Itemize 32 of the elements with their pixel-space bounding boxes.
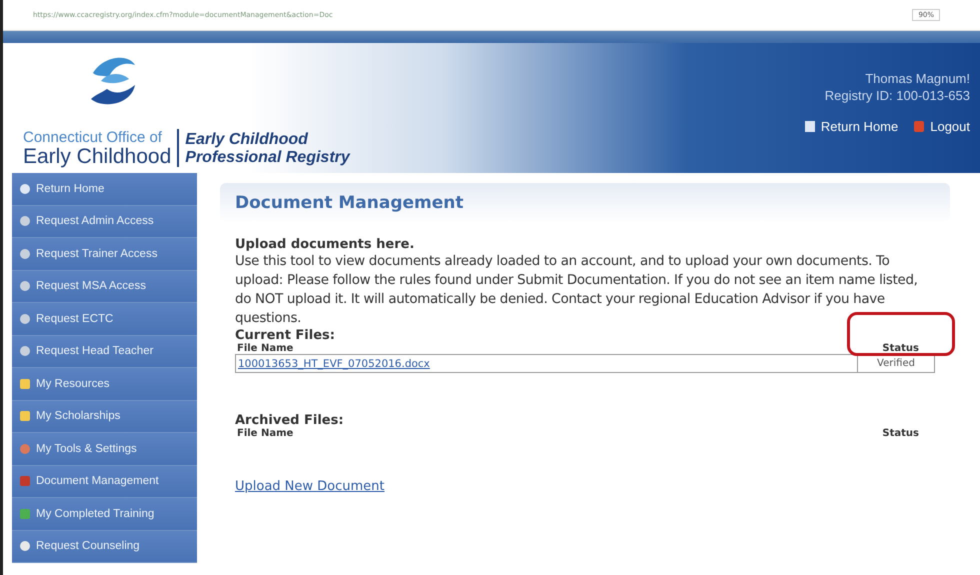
section-heading: Current Files: (235, 328, 336, 343)
intro-heading: Upload documents here. (235, 237, 416, 252)
section-heading: Archived Files: (235, 413, 345, 428)
office-name: Connecticut Office of (23, 129, 163, 146)
header-link[interactable]: Logout (914, 119, 970, 134)
sidebar-item[interactable]: Request MSA Access (12, 270, 197, 303)
sidebar-item[interactable]: Return Home (12, 173, 197, 206)
sidebar-item[interactable]: My Resources (12, 368, 197, 400)
sidebar-item[interactable]: Request Counseling (12, 530, 197, 563)
status-cell: Verified (857, 355, 934, 372)
header-link[interactable]: Return Home (804, 119, 898, 134)
registry-name: Professional Registry (185, 149, 350, 167)
office-name: Early Childhood (23, 146, 172, 167)
column-header: Status (882, 428, 919, 439)
sidebar-item[interactable]: Request Head Teacher (12, 336, 197, 368)
file-link[interactable]: 100013653_HT_EVF_07052016.docx (236, 358, 430, 370)
sidebar-item[interactable]: Request Trainer Access (12, 238, 197, 270)
registry-id: Registry ID: 100-013-653 (824, 88, 970, 103)
column-header: File Name (237, 343, 294, 354)
user-name: Thomas Magnum! (865, 71, 970, 86)
sidebar-item[interactable]: Document Management (12, 466, 197, 498)
upload-link[interactable]: Upload New Document (235, 479, 385, 494)
sidebar-item[interactable]: My Tools & Settings (12, 433, 197, 466)
registry-name: Early Childhood (185, 131, 310, 149)
sidebar-item[interactable]: Request ECTC (12, 303, 197, 336)
sidebar-item[interactable]: My Scholarships (12, 400, 197, 433)
page-title: Document Management (235, 193, 464, 213)
intro-text: Use this tool to view documents already loaded to an account, and to upload your own documents. To upload: Please follow the rules found under Submit Documentation. If you do not see an item name listed, do NOT upload it. It will automatically be denied. Contact your regional Education Advisor if you have questions. (235, 253, 919, 328)
sidebar-item[interactable]: My Completed Training (12, 498, 197, 530)
column-header: Status (882, 343, 919, 354)
column-header: File Name (237, 428, 294, 439)
sidebar-item[interactable]: Request Admin Access (12, 206, 197, 238)
